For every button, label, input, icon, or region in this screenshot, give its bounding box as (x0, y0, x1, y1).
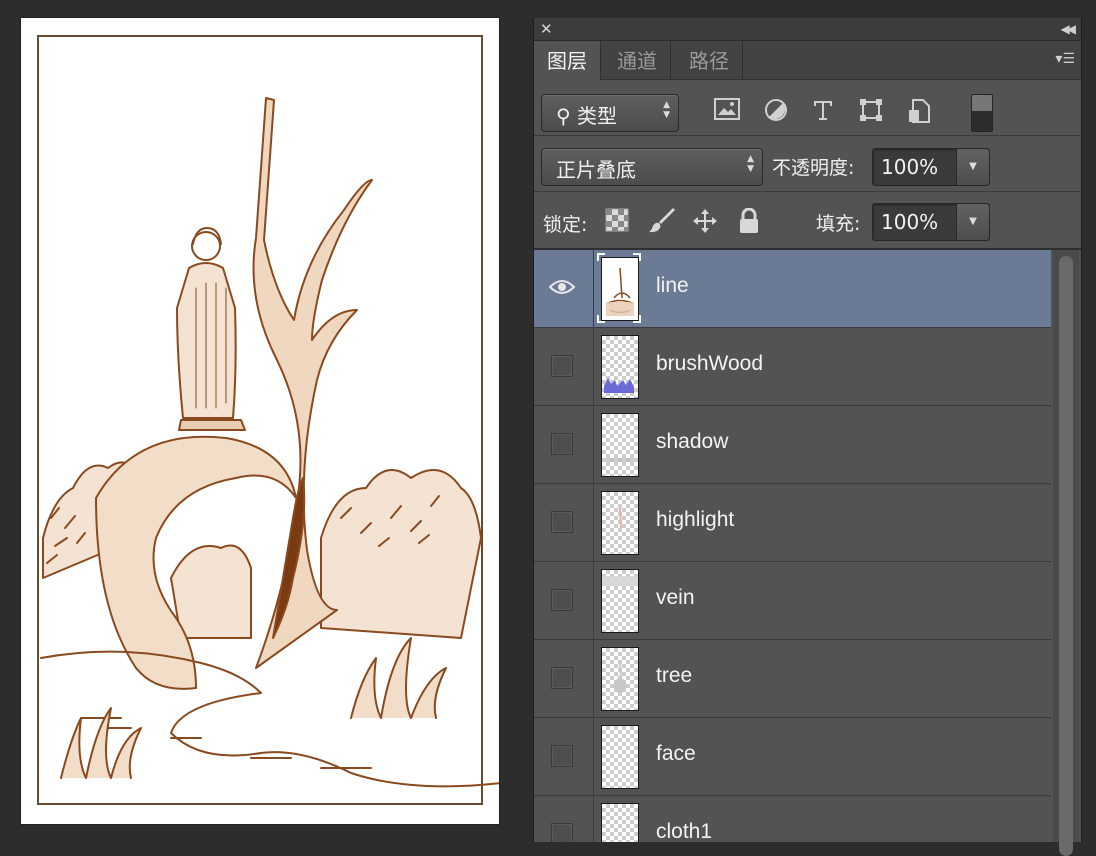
visibility-toggle[interactable] (534, 406, 594, 483)
layer-row-vein[interactable]: vein (534, 562, 1051, 640)
visibility-checkbox[interactable] (551, 667, 573, 689)
layers-scrollbar[interactable] (1053, 250, 1079, 856)
layer-name[interactable]: brushWood (656, 352, 763, 376)
layer-row-highlight[interactable]: highlight (534, 484, 1051, 562)
blend-mode-value: 正片叠底 (556, 158, 636, 182)
tab-paths[interactable]: 路径 (676, 41, 743, 79)
visibility-toggle[interactable] (534, 640, 594, 717)
layer-thumbnail (601, 413, 639, 477)
layer-thumbnail (601, 491, 639, 555)
image-filter-icon[interactable] (712, 98, 742, 128)
lock-all-icon[interactable] (738, 207, 764, 234)
artwork-canvas[interactable] (21, 18, 499, 824)
lock-label: 锁定: (543, 214, 588, 236)
layer-name[interactable]: shadow (656, 430, 728, 454)
smart-object-filter-icon[interactable] (904, 98, 934, 128)
opacity-value[interactable]: 100% (881, 155, 938, 179)
layer-thumbnail (601, 725, 639, 789)
layer-name[interactable]: highlight (656, 508, 734, 532)
panel-menu-icon[interactable]: ▾☰ (1055, 51, 1075, 67)
layer-thumbnail (601, 647, 639, 711)
visibility-checkbox[interactable] (551, 823, 573, 842)
close-icon[interactable]: ✕ (540, 20, 553, 38)
filter-kind-dropdown[interactable]: ⚲ 类型 ▲ ▼ (541, 94, 679, 132)
layer-name[interactable]: line (656, 274, 689, 298)
opacity-dropdown-button[interactable]: ▼ (956, 149, 989, 185)
document-canvas-area (0, 0, 530, 842)
opacity-field[interactable]: 100% ▼ (872, 148, 990, 186)
filter-toggle-icon[interactable] (971, 94, 993, 132)
dropdown-arrows-icon: ▲ ▼ (663, 100, 670, 120)
layers-panel: ✕ ◀◀ 图层 通道 路径 ▾☰ ⚲ 类型 ▲ ▼ 正片叠底 ▲ ▼ 不透明度:… (533, 18, 1082, 856)
shape-filter-icon[interactable] (856, 98, 886, 128)
tab-layers[interactable]: 图层 (534, 41, 601, 80)
fill-label: 填充: (816, 213, 861, 235)
lock-transparent-pixels-icon[interactable] (605, 208, 631, 234)
fill-dropdown-button[interactable]: ▼ (956, 204, 989, 240)
layer-filter-row: ⚲ 类型 ▲ ▼ (534, 80, 1081, 136)
artwork-lines (40, 97, 499, 788)
visibility-toggle[interactable] (534, 328, 594, 405)
layer-row-tree[interactable]: tree (534, 640, 1051, 718)
panel-titlebar: ✕ ◀◀ (534, 18, 1081, 41)
layer-list: line brushWood shadow highlight vein tre… (534, 250, 1051, 842)
layer-thumbnail (601, 335, 639, 399)
layer-row-brushwood[interactable]: brushWood (534, 328, 1051, 406)
layer-name[interactable]: face (656, 742, 696, 766)
visibility-toggle[interactable] (534, 718, 594, 795)
adjustment-filter-icon[interactable] (761, 98, 791, 128)
blend-mode-dropdown[interactable]: 正片叠底 ▲ ▼ (541, 148, 763, 186)
layer-row-line[interactable]: line (534, 250, 1051, 328)
tab-channels[interactable]: 通道 (604, 41, 671, 79)
layer-name[interactable]: cloth1 (656, 820, 712, 842)
fill-field[interactable]: 100% ▼ (872, 203, 990, 241)
lock-image-pixels-icon[interactable] (649, 208, 675, 234)
panel-tab-bar: 图层 通道 路径 ▾☰ (534, 41, 1081, 80)
visibility-checkbox[interactable] (551, 355, 573, 377)
visibility-toggle[interactable] (534, 250, 594, 327)
visibility-toggle[interactable] (534, 562, 594, 639)
lock-row: 锁定: 填充: 100% ▼ (534, 192, 1081, 250)
visibility-toggle[interactable] (534, 796, 594, 842)
lock-position-icon[interactable] (692, 208, 718, 234)
layer-thumbnail (601, 569, 639, 633)
fill-value[interactable]: 100% (881, 210, 938, 234)
visibility-toggle[interactable] (534, 484, 594, 561)
layer-name[interactable]: tree (656, 664, 692, 688)
blend-row: 正片叠底 ▲ ▼ 不透明度: 100% ▼ (534, 136, 1081, 192)
layer-name[interactable]: vein (656, 586, 695, 610)
visibility-checkbox[interactable] (551, 589, 573, 611)
eye-icon[interactable] (549, 275, 575, 299)
visibility-checkbox[interactable] (551, 433, 573, 455)
layer-row-face[interactable]: face (534, 718, 1051, 796)
layer-row-cloth1[interactable]: cloth1 (534, 796, 1051, 842)
visibility-checkbox[interactable] (551, 511, 573, 533)
search-icon: ⚲ (556, 104, 571, 128)
visibility-checkbox[interactable] (551, 745, 573, 767)
layer-thumbnail (601, 803, 639, 842)
layer-thumbnail (601, 257, 639, 321)
artwork-illustration (37, 35, 499, 805)
dropdown-arrows-icon: ▲ ▼ (747, 154, 754, 174)
layer-row-shadow[interactable]: shadow (534, 406, 1051, 484)
artwork-frame (37, 35, 483, 805)
collapse-double-chevron-icon[interactable]: ◀◀ (1061, 20, 1077, 38)
type-filter-icon[interactable] (808, 98, 838, 128)
filter-kind-label: ⚲ 类型 (556, 104, 618, 128)
scrollbar-thumb[interactable] (1059, 256, 1073, 856)
opacity-label: 不透明度: (772, 157, 855, 179)
